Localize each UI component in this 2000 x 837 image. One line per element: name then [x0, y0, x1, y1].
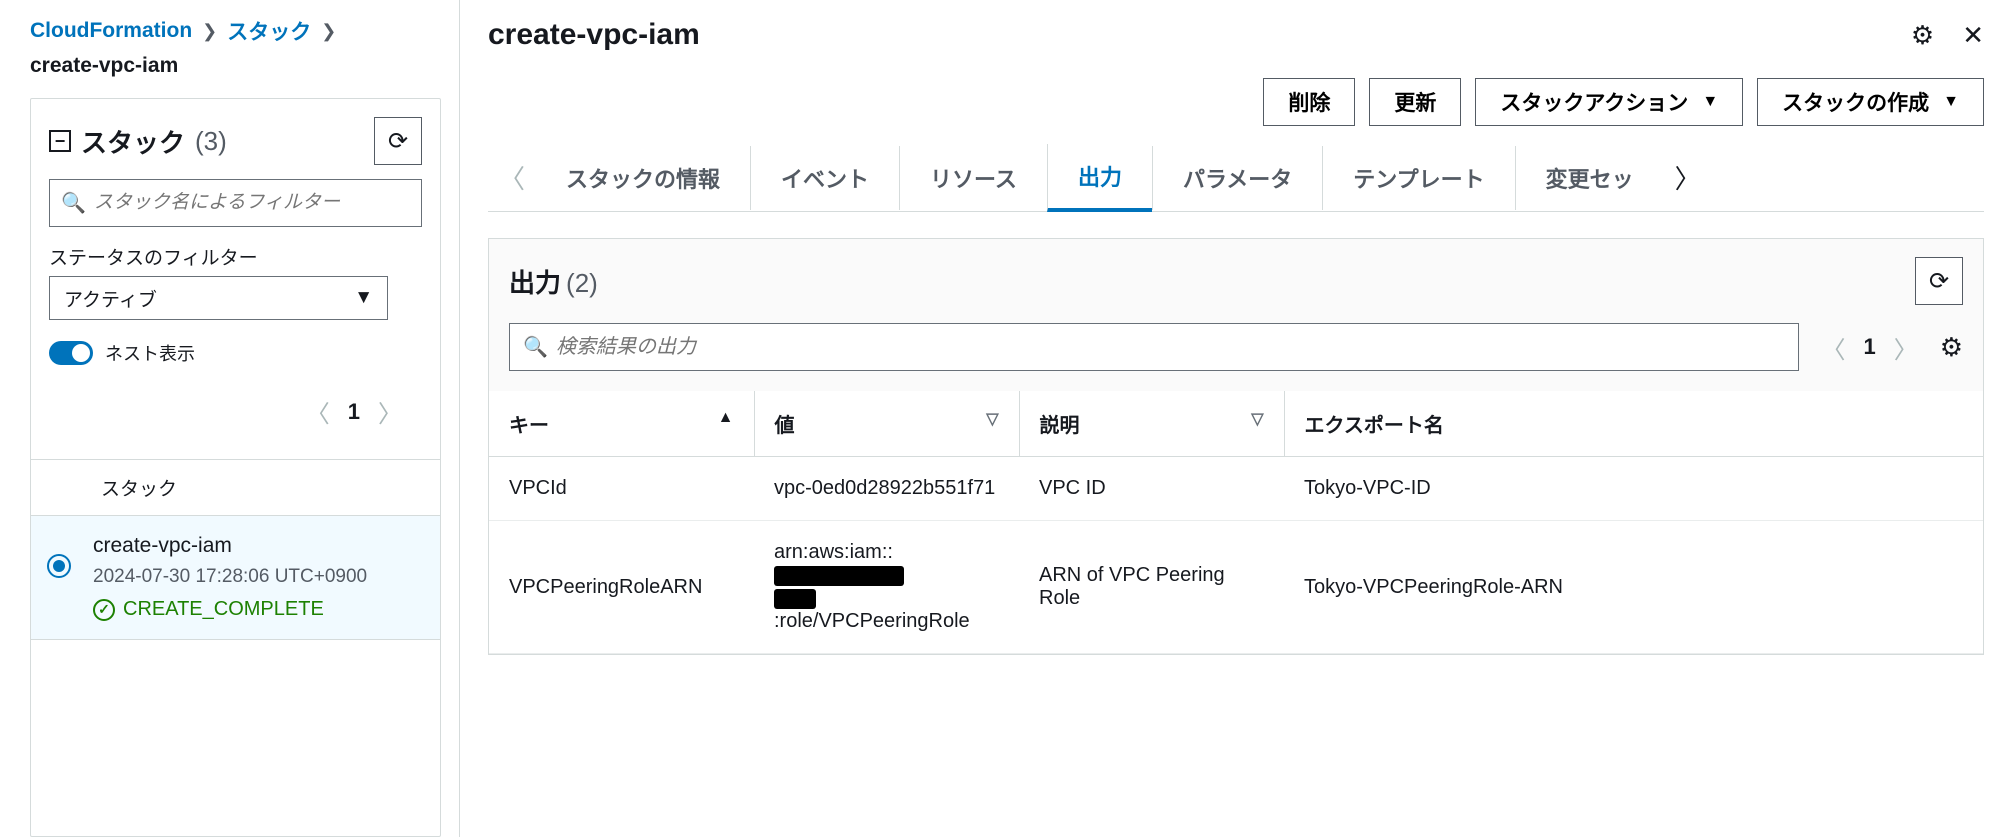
gear-icon[interactable]: ⚙	[1911, 20, 1934, 51]
check-circle-icon: ✓	[93, 599, 115, 621]
filter-icon: ▽	[1251, 409, 1263, 429]
status-filter-value: アクティブ	[64, 285, 157, 312]
filter-icon: ▽	[986, 409, 998, 429]
main: create-vpc-iam ⚙ ✕ 削除 更新 スタックアクション▼ スタック…	[460, 0, 2000, 837]
search-icon: 🔍	[523, 335, 548, 360]
radio-selected-icon[interactable]	[47, 554, 71, 578]
stacks-pager: 〈 1 〉	[49, 366, 422, 447]
tabs: 〈 スタックの情報 イベント リソース 出力 パラメータ テンプレート 変更セッ…	[488, 144, 1984, 212]
refresh-icon: ⟳	[1929, 267, 1949, 296]
cell-value: arn:aws:iam:: :role/VPCPeeringRole	[754, 521, 1019, 654]
stack-status-text: CREATE_COMPLETE	[123, 598, 324, 621]
action-row: 削除 更新 スタックアクション▼ スタックの作成▼	[488, 52, 2000, 144]
cell-export-name: Tokyo-VPCPeeringRole-ARN	[1284, 521, 1983, 654]
stacks-title: スタック	[81, 123, 185, 160]
create-stack-button[interactable]: スタックの作成▼	[1757, 78, 1984, 126]
refresh-icon: ⟳	[388, 127, 408, 156]
refresh-button[interactable]: ⟳	[374, 117, 422, 165]
stack-item-status: ✓ CREATE_COMPLETE	[93, 598, 367, 621]
sort-asc-icon: ▲	[718, 409, 734, 427]
outputs-refresh-button[interactable]: ⟳	[1915, 257, 1963, 305]
stacks-list-header: スタック	[31, 459, 440, 516]
tab-resources[interactable]: リソース	[899, 146, 1047, 210]
breadcrumb-stacks[interactable]: スタック	[227, 16, 311, 46]
tab-template[interactable]: テンプレート	[1322, 146, 1514, 210]
outputs-search-input[interactable]	[509, 323, 1799, 371]
breadcrumb-root[interactable]: CloudFormation	[30, 19, 192, 43]
col-export-name[interactable]: エクスポート名	[1284, 391, 1983, 457]
redacted-block	[774, 566, 904, 586]
nested-toggle[interactable]	[49, 341, 93, 365]
cell-value: vpc-0ed0d28922b551f71	[754, 457, 1019, 521]
table-row: VPCId vpc-0ed0d28922b551f71 VPC ID Tokyo…	[489, 457, 1983, 521]
stack-item[interactable]: create-vpc-iam 2024-07-30 17:28:06 UTC+0…	[31, 516, 440, 640]
stack-item-date: 2024-07-30 17:28:06 UTC+0900	[93, 566, 367, 588]
breadcrumb: CloudFormation ❯ スタック ❯	[30, 16, 441, 46]
status-filter-label: ステータスのフィルター	[49, 243, 422, 270]
stack-search-input[interactable]	[49, 179, 422, 227]
chevron-right-icon: ❯	[321, 21, 336, 42]
chevron-right-icon: ❯	[202, 21, 217, 42]
cell-description: VPC ID	[1019, 457, 1284, 521]
stack-actions-button[interactable]: スタックアクション▼	[1475, 78, 1743, 126]
gear-icon[interactable]: ⚙	[1940, 332, 1963, 363]
stack-item-name: create-vpc-iam	[93, 534, 367, 558]
cell-description: ARN of VPC Peering Role	[1019, 521, 1284, 654]
cell-export-name: Tokyo-VPC-ID	[1284, 457, 1983, 521]
close-icon[interactable]: ✕	[1962, 20, 1984, 51]
pager-prev[interactable]: 〈	[306, 394, 330, 429]
sidebar: CloudFormation ❯ スタック ❯ create-vpc-iam −…	[0, 0, 460, 837]
col-description[interactable]: 説明 ▽	[1019, 391, 1284, 457]
pager-next[interactable]: 〉	[1894, 330, 1918, 365]
tab-change-sets[interactable]: 変更セッ	[1515, 146, 1664, 210]
tabs-scroll-right[interactable]: 〉	[1664, 159, 1712, 196]
nested-toggle-label: ネスト表示	[105, 340, 195, 366]
delete-button[interactable]: 削除	[1263, 78, 1355, 126]
pager-page: 1	[348, 399, 360, 425]
cell-key: VPCPeeringRoleARN	[489, 521, 754, 654]
redacted-block	[774, 589, 816, 609]
breadcrumb-current: create-vpc-iam	[30, 54, 441, 78]
pager-next[interactable]: 〉	[378, 394, 402, 429]
outputs-table: キー ▲ 値 ▽ 説明 ▽ エクスポート名	[489, 391, 1983, 654]
page-title: create-vpc-iam	[488, 18, 700, 52]
caret-down-icon: ▼	[1702, 93, 1718, 111]
status-filter-select[interactable]: アクティブ ▼	[49, 276, 388, 320]
outputs-count: (2)	[566, 268, 598, 298]
outputs-title: 出力	[509, 268, 561, 298]
caret-down-icon: ▼	[1943, 93, 1959, 111]
tab-parameters[interactable]: パラメータ	[1152, 146, 1322, 210]
pager-page: 1	[1863, 334, 1875, 360]
col-value[interactable]: 値 ▽	[754, 391, 1019, 457]
tab-events[interactable]: イベント	[750, 146, 899, 210]
outputs-panel: 出力 (2) ⟳ 🔍 〈 1 〉 ⚙	[488, 238, 1984, 655]
cell-key: VPCId	[489, 457, 754, 521]
stacks-panel: − スタック (3) ⟳ 🔍 ステータスのフィルター アクティブ ▼	[30, 98, 441, 837]
outputs-pager: 〈 1 〉	[1821, 330, 1917, 365]
search-icon: 🔍	[61, 191, 86, 216]
update-button[interactable]: 更新	[1369, 78, 1461, 126]
pager-prev[interactable]: 〈	[1821, 330, 1845, 365]
stacks-count: (3)	[195, 126, 227, 157]
tab-outputs[interactable]: 出力	[1047, 144, 1152, 212]
tab-stack-info[interactable]: スタックの情報	[536, 146, 750, 210]
tabs-scroll-left[interactable]: 〈	[488, 159, 536, 196]
col-key[interactable]: キー ▲	[489, 391, 754, 457]
collapse-icon[interactable]: −	[49, 130, 71, 152]
caret-down-icon: ▼	[354, 287, 373, 309]
table-row: VPCPeeringRoleARN arn:aws:iam:: :role/VP…	[489, 521, 1983, 654]
